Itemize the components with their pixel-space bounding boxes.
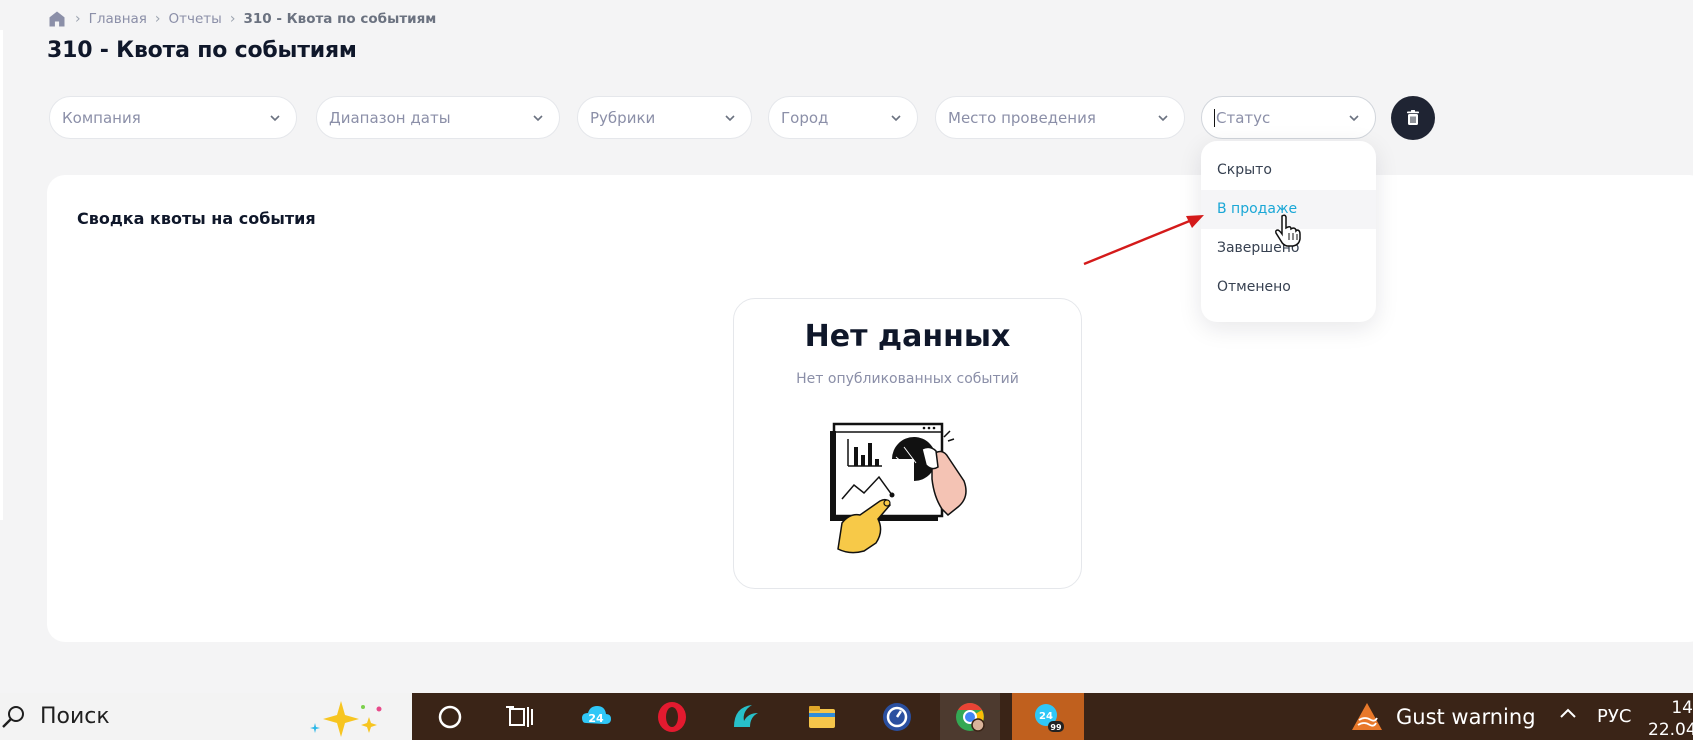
clear-filters-button[interactable]	[1391, 96, 1435, 140]
empty-state-title: Нет данных	[804, 319, 1011, 354]
weather-widget[interactable]: Gust warning	[1350, 693, 1536, 740]
task-view-circle-icon[interactable]	[420, 693, 480, 740]
chevron-down-icon	[268, 111, 282, 125]
svg-text:24: 24	[588, 712, 604, 725]
status-select[interactable]: Статус	[1201, 96, 1376, 139]
chevron-up-icon[interactable]	[1556, 702, 1580, 726]
taskbar: Поиск 24 24 99 Gust warning РУС 14 22.04	[0, 693, 1693, 740]
breadcrumb-item-reports[interactable]: Отчеты	[169, 11, 222, 27]
venue-select[interactable]: Место проведения	[935, 96, 1185, 139]
file-explorer-icon[interactable]	[792, 693, 852, 740]
chevron-right-icon: ›	[229, 11, 236, 27]
date-range-select[interactable]: Диапазон даты	[316, 96, 560, 139]
status-option-hidden[interactable]: Скрыто	[1201, 151, 1376, 190]
city-select[interactable]: Город	[768, 96, 918, 139]
breadcrumb: › Главная › Отчеты › 310 - Квота по собы…	[47, 8, 436, 30]
city-placeholder: Город	[781, 108, 829, 127]
home-icon[interactable]	[47, 9, 67, 29]
text-caret	[1214, 108, 1215, 127]
bitrix24-app-icon[interactable]: 24	[566, 693, 626, 740]
categories-placeholder: Рубрики	[590, 108, 656, 127]
clock-date: 22.04	[1648, 720, 1693, 740]
notification-badge: 99	[1050, 723, 1062, 732]
venue-placeholder: Место проведения	[948, 108, 1096, 127]
language-indicator[interactable]: РУС	[1597, 693, 1631, 740]
chevron-down-icon	[531, 111, 545, 125]
breadcrumb-item-current: 310 - Квота по событиям	[243, 11, 437, 27]
weather-warning-icon	[1352, 702, 1382, 730]
company-select[interactable]: Компания	[49, 96, 297, 139]
copilot-sparkle-icon[interactable]	[305, 699, 387, 739]
timer-app-icon[interactable]	[867, 693, 927, 740]
chevron-right-icon: ›	[154, 11, 161, 27]
svg-text:24: 24	[1039, 711, 1053, 722]
system-clock[interactable]: 14 22.04	[1648, 697, 1693, 740]
taskbar-search[interactable]: Поиск	[0, 693, 412, 740]
empty-state-subtitle: Нет опубликованных событий	[796, 371, 1019, 387]
clock-time: 14	[1671, 698, 1693, 718]
hand-cursor-icon	[1275, 214, 1301, 247]
status-option-cancelled[interactable]: Отменено	[1201, 268, 1376, 307]
date-range-placeholder: Диапазон даты	[329, 108, 451, 127]
categories-select[interactable]: Рубрики	[577, 96, 752, 139]
chevron-down-icon	[723, 111, 737, 125]
virtual-desktops-icon[interactable]	[490, 693, 550, 740]
company-placeholder: Компания	[62, 108, 141, 127]
bitrix24-desktop-icon[interactable]: 24 99	[1012, 693, 1084, 740]
opera-browser-icon[interactable]	[642, 693, 702, 740]
status-placeholder: Статус	[1216, 108, 1271, 127]
page-title: 310 - Квота по событиям	[47, 38, 357, 63]
trash-icon	[1407, 110, 1419, 125]
report-page: › Главная › Отчеты › 310 - Квота по собы…	[0, 0, 1693, 693]
breadcrumb-item-home[interactable]: Главная	[89, 11, 147, 27]
chrome-browser-icon[interactable]	[940, 693, 1000, 740]
search-label: Поиск	[40, 704, 110, 729]
no-data-illustration	[830, 422, 967, 554]
left-edge	[0, 30, 3, 520]
quota-summary-card: Сводка квоты на события Нет данных Нет о…	[47, 175, 1693, 642]
chevron-right-icon: ›	[75, 11, 81, 27]
wave-app-icon[interactable]	[716, 693, 776, 740]
card-title: Сводка квоты на события	[77, 209, 316, 228]
chevron-down-icon	[889, 111, 903, 125]
chevron-down-icon	[1156, 111, 1170, 125]
search-icon	[0, 703, 28, 731]
weather-text: Gust warning	[1396, 704, 1536, 729]
empty-state: Нет данных Нет опубликованных событий	[733, 298, 1082, 589]
annotation-arrow-icon	[1083, 215, 1204, 266]
chevron-down-icon	[1347, 111, 1361, 125]
